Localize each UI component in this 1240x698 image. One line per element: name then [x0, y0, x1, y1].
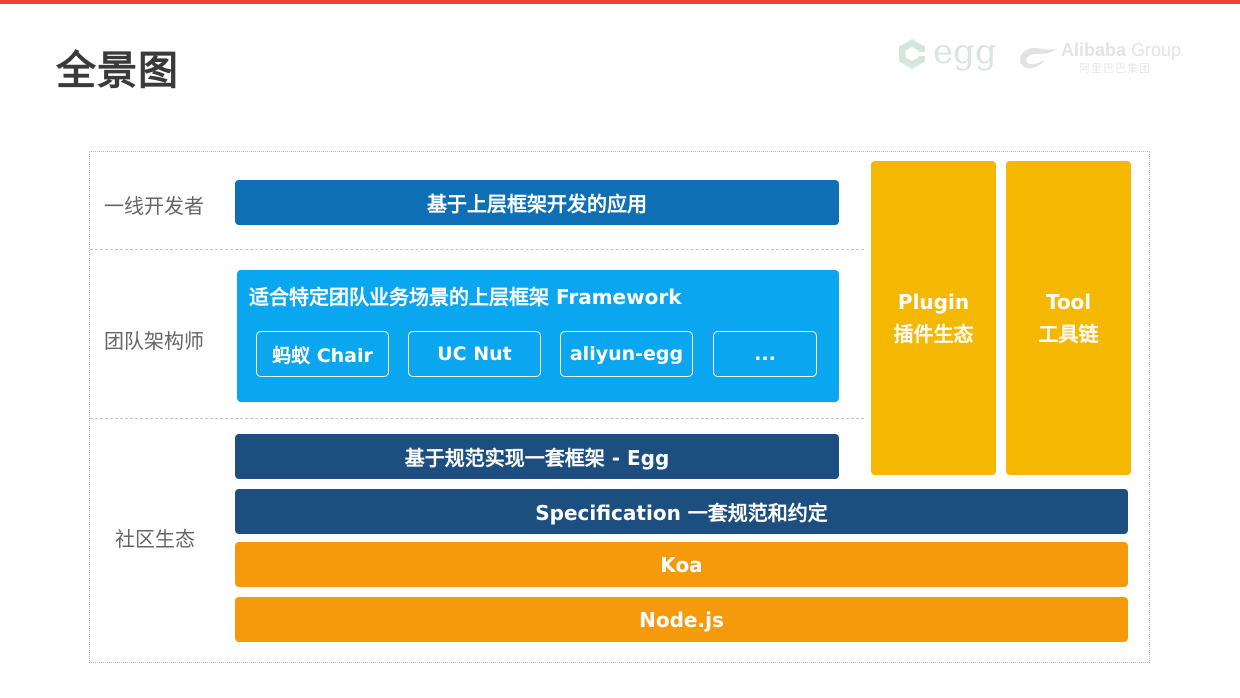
framework-chip-nut: UC Nut — [408, 331, 541, 377]
tool-label-en: Tool — [1045, 290, 1092, 314]
row-divider-top — [90, 249, 864, 250]
top-accent-bar — [0, 0, 1240, 4]
alibaba-wordmark-group: Group — [1131, 40, 1182, 60]
alibaba-chinese-name: 阿里巴巴集团 — [1079, 62, 1151, 75]
koa-layer: Koa — [235, 542, 1128, 587]
alibaba-wordmark: Alibaba Group — [1061, 40, 1181, 61]
row-label-developer: 一线开发者 — [104, 194, 204, 218]
alibaba-logo-icon — [1019, 47, 1057, 69]
framework-chip-aliyun-egg: aliyun-egg — [560, 331, 693, 377]
node-layer: Node.js — [235, 597, 1128, 642]
framework-layer-title: 适合特定团队业务场景的上层框架 Framework — [249, 285, 682, 309]
egg-layer: 基于规范实现一套框架 - Egg — [235, 434, 839, 479]
tool-label-cn: 工具链 — [1038, 322, 1099, 346]
spec-layer: Specification 一套规范和约定 — [235, 489, 1128, 534]
page-title: 全景图 — [56, 48, 179, 94]
framework-layer: 适合特定团队业务场景的上层框架 Framework 蚂蚁 Chair UC Nu… — [237, 270, 839, 402]
egg-logo: egg — [895, 34, 997, 74]
egg-logo-icon — [899, 39, 926, 69]
row-label-architect: 团队架构师 — [104, 329, 204, 353]
header-logos: egg Alibaba Group 阿里巴巴集团 — [895, 34, 1205, 78]
row-label-community: 社区生态 — [115, 527, 195, 551]
framework-chip-chair: 蚂蚁 Chair — [256, 331, 389, 377]
alibaba-wordmark-name: Alibaba — [1061, 40, 1127, 60]
framework-chip-more: ... — [713, 331, 817, 377]
row-divider-bottom — [90, 418, 864, 419]
plugin-column: Plugin 插件生态 — [871, 161, 996, 475]
plugin-label-en: Plugin — [897, 290, 970, 314]
plugin-label-cn: 插件生态 — [893, 322, 974, 346]
tool-column: Tool 工具链 — [1006, 161, 1131, 475]
egg-wordmark: egg — [933, 32, 997, 72]
app-layer: 基于上层框架开发的应用 — [235, 180, 839, 225]
